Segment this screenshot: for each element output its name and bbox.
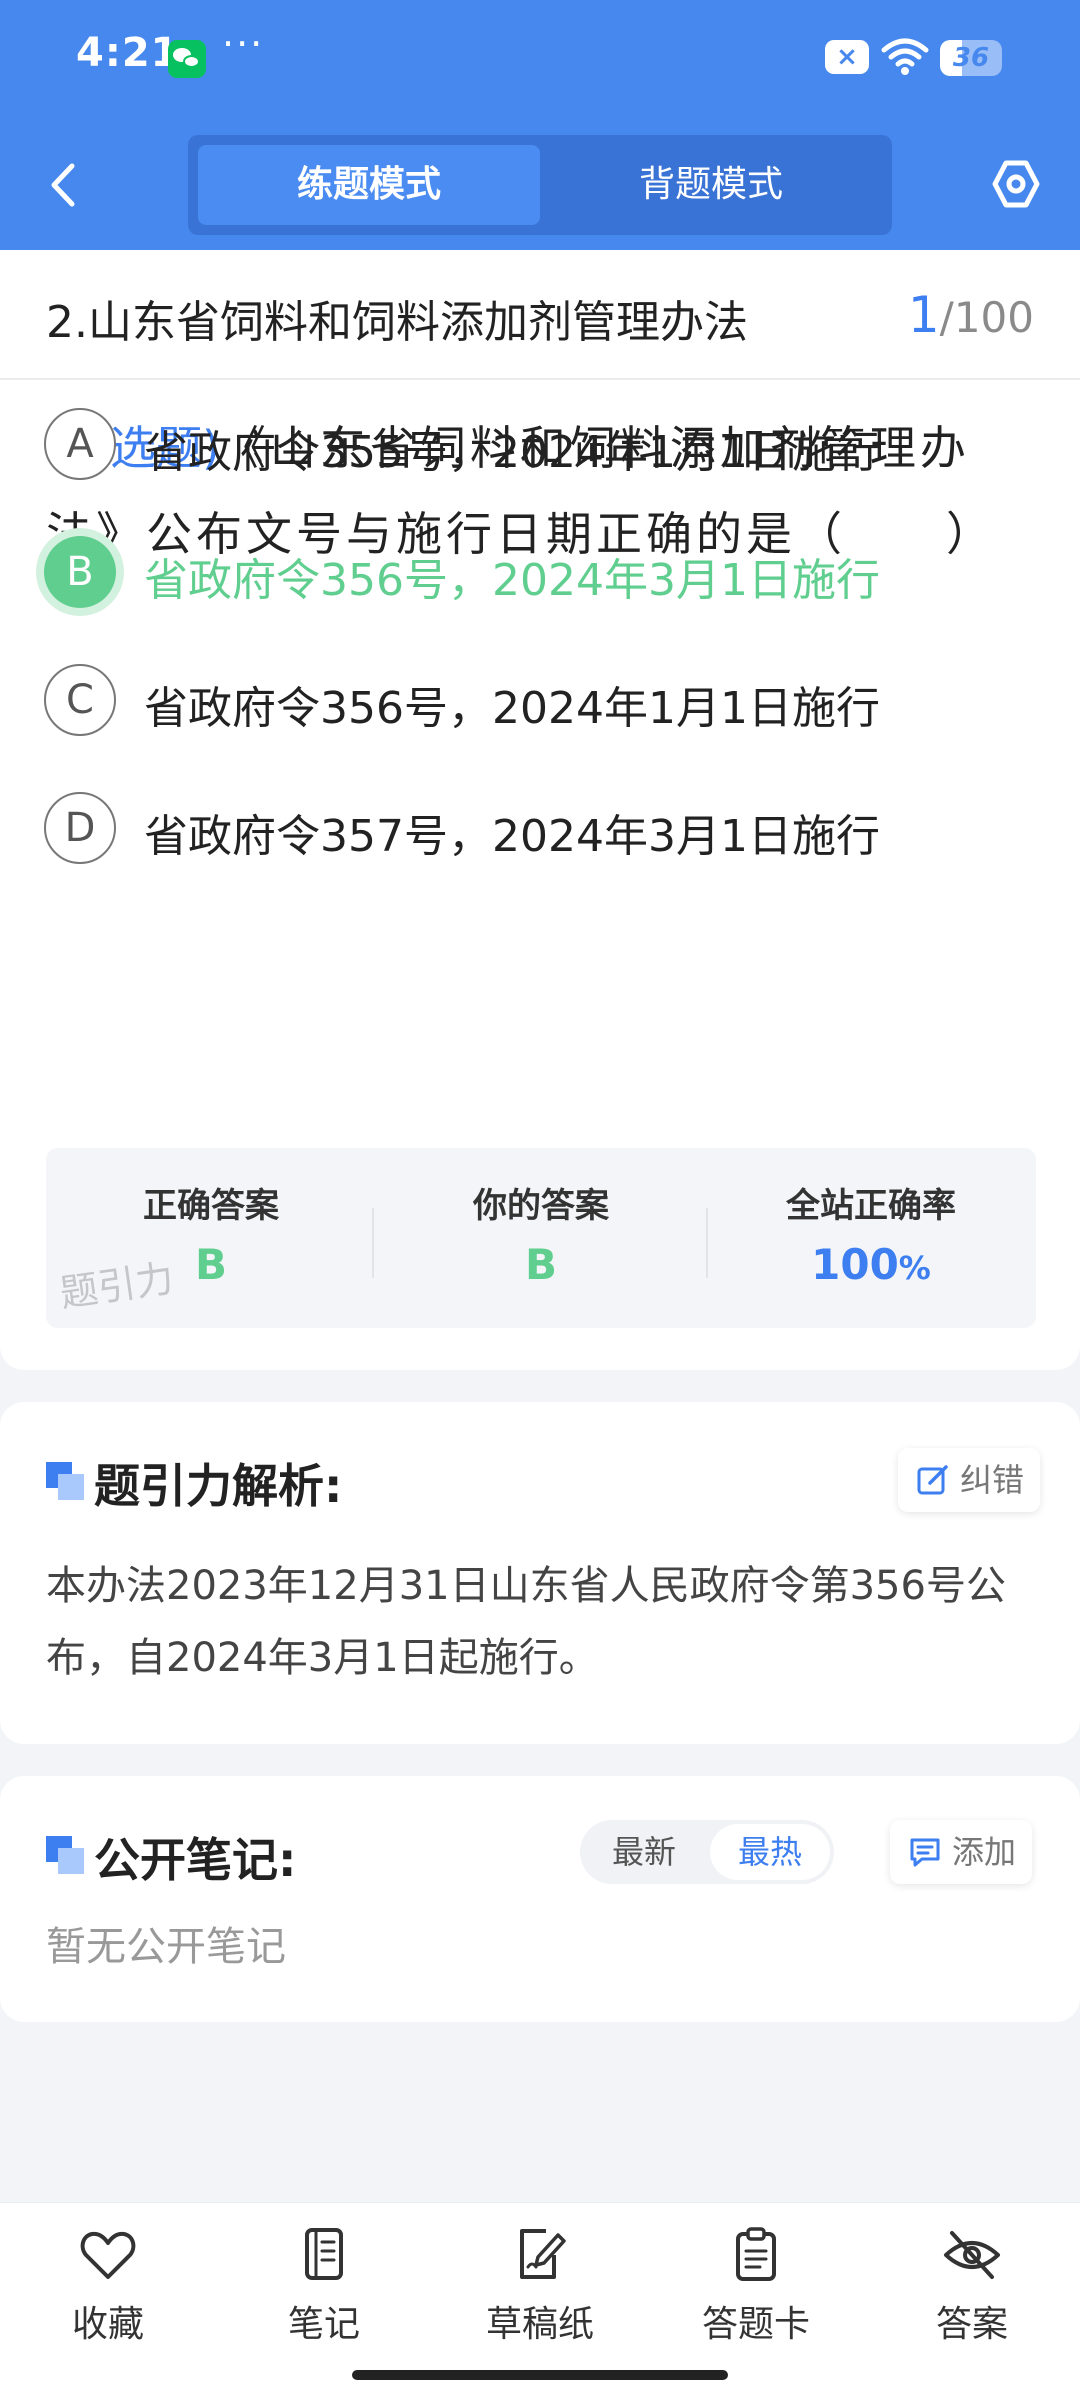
favorite-label: 收藏 (71, 2304, 144, 2345)
counter-separator: / (939, 293, 954, 342)
notes-sort-toggle: 最新 最热 (580, 1820, 834, 1884)
accuracy-label: 全站正确率 (786, 1186, 956, 1226)
report-error-button[interactable]: 纠错 (898, 1448, 1041, 1512)
analysis-card: 题引力解析: 纠错 本办法2023年12月31日山东省人民政府令第356号公布，… (0, 1402, 1080, 1744)
analysis-title: 题引力解析: (94, 1459, 343, 1513)
analysis-body: 本办法2023年12月31日山东省人民政府令第356号公布，自2024年3月1日… (46, 1563, 1006, 1681)
edit-icon (917, 1465, 948, 1495)
accuracy-value: 100% (706, 1240, 1036, 1289)
section-squares-icon (46, 1836, 84, 1874)
notebook-icon (305, 2228, 343, 2280)
answer-card-button[interactable]: 答题卡 (648, 2227, 864, 2357)
notes-title: 公开笔记: (94, 1833, 297, 1887)
comment-icon (910, 1838, 940, 1867)
your-answer-label: 你的答案 (473, 1186, 609, 1226)
draft-paper-button[interactable]: 草稿纸 (432, 2227, 648, 2357)
home-indicator (352, 2370, 728, 2380)
accuracy-number: 100 (811, 1240, 899, 1289)
tab-memorize-mode[interactable]: 背题模式 (540, 145, 882, 225)
sort-latest[interactable]: 最新 (584, 1824, 704, 1880)
more-dots-icon: ··· (222, 22, 265, 66)
your-answer-value: B (524, 1240, 557, 1289)
draft-paper-label: 草稿纸 (485, 2304, 594, 2345)
wechat-icon (168, 40, 206, 78)
option-a-text: 省政府令355号，2024年1月1日施行 (144, 427, 880, 478)
battery-level: 36 (952, 43, 990, 73)
status-bar: 4:21 ··· × 36 (0, 0, 1080, 120)
option-d[interactable]: D 省政府令357号，2024年3月1日施行 (44, 792, 1034, 868)
heart-icon (80, 2231, 136, 2279)
accuracy-column: 全站正确率 100% (706, 1148, 1036, 1328)
add-note-button[interactable]: 添加 (890, 1820, 1033, 1884)
wifi-icon (881, 38, 929, 75)
current-question-number: 1 (907, 286, 940, 344)
accuracy-unit: % (898, 1249, 931, 1287)
question-card: 2.山东省饲料和饲料添加剂管理办法 1/100 (单选题)《山东省饲料和饲料添加… (0, 250, 1080, 1370)
chevron-left-icon[interactable] (44, 160, 84, 210)
draft-paper-icon (520, 2229, 566, 2279)
answer-card-label: 答题卡 (701, 2304, 810, 2345)
answer-summary: 正确答案 B 你的答案 B 全站正确率 100% 题引力 (46, 1148, 1036, 1328)
option-b[interactable]: B 省政府令356号，2024年3月1日施行 (44, 536, 1034, 612)
add-note-label: 添加 (952, 1833, 1017, 1871)
battery-icon: 36 (940, 40, 1002, 76)
option-d-letter: D (44, 792, 116, 864)
option-b-letter: B (44, 536, 116, 608)
question-counter: 1/100 (908, 286, 1034, 344)
show-answer-button[interactable]: 答案 (864, 2227, 1080, 2357)
report-error-label: 纠错 (960, 1461, 1025, 1499)
option-b-text: 省政府令356号，2024年3月1日施行 (144, 555, 880, 606)
favorite-button[interactable]: 收藏 (0, 2227, 216, 2357)
status-time: 4:21 (76, 30, 180, 76)
sort-hottest[interactable]: 最热 (710, 1824, 830, 1880)
option-a[interactable]: A 省政府令355号，2024年1月1日施行 (44, 408, 1034, 484)
close-icon: × (825, 40, 869, 74)
correct-answer-label: 正确答案 (143, 1186, 279, 1226)
tab-practice-mode[interactable]: 练题模式 (198, 145, 540, 225)
notes-card: 公开笔记: 最新 最热 添加 暂无公开笔记 (0, 1776, 1080, 2022)
app-header: 4:21 ··· × 36 练题模式 背题模式 (0, 0, 1080, 250)
section-squares-icon (46, 1462, 84, 1500)
question-header: 2.山东省饲料和饲料添加剂管理办法 1/100 (0, 250, 1080, 380)
notebook-label: 笔记 (287, 2304, 360, 2345)
option-a-letter: A (44, 408, 116, 480)
eye-off-icon (944, 2231, 1000, 2279)
answer-card-icon (736, 2227, 776, 2281)
section-title: 2.山东省饲料和饲料添加剂管理办法 (46, 297, 748, 348)
divider (372, 1208, 374, 1278)
show-answer-label: 答案 (935, 2304, 1008, 2345)
option-c[interactable]: C 省政府令356号，2024年1月1日施行 (44, 664, 1034, 740)
notebook-button[interactable]: 笔记 (216, 2227, 432, 2357)
mode-switch: 练题模式 背题模式 (188, 135, 892, 235)
option-d-text: 省政府令357号，2024年3月1日施行 (144, 811, 880, 862)
total-question-count: 100 (953, 293, 1034, 342)
hexagon-settings-icon[interactable] (990, 158, 1042, 210)
option-c-text: 省政府令356号，2024年1月1日施行 (144, 683, 880, 734)
your-answer-column: 你的答案 B (376, 1148, 706, 1328)
option-c-letter: C (44, 664, 116, 736)
notes-empty-text: 暂无公开笔记 (46, 1924, 286, 1970)
